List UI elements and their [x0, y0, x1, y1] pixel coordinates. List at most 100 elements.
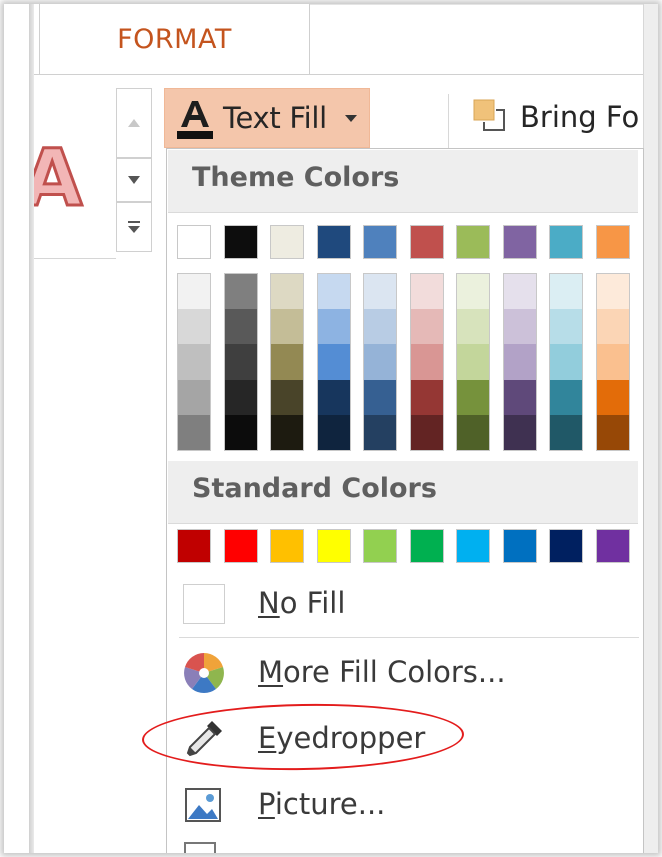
theme-shade-swatch[interactable]: [410, 344, 443, 380]
theme-shade-swatch[interactable]: [596, 344, 629, 380]
theme-shade-swatch[interactable]: [271, 309, 303, 345]
theme-shade-swatch[interactable]: [317, 309, 350, 345]
theme-shade-swatch[interactable]: [178, 309, 210, 345]
standard-color-swatch[interactable]: [223, 529, 258, 563]
theme-colors-title: Theme Colors: [192, 162, 400, 193]
bring-forward-label: Bring Fo: [520, 100, 640, 134]
theme-color-swatch[interactable]: [270, 225, 304, 259]
theme-color-swatch[interactable]: [177, 225, 211, 259]
theme-color-swatch[interactable]: [456, 225, 490, 259]
theme-shade-swatch[interactable]: [503, 414, 536, 451]
bring-forward-button[interactable]: Bring Fo: [468, 92, 648, 142]
gallery-scroll-controls: [116, 88, 152, 258]
standard-color-swatch[interactable]: [595, 529, 630, 563]
standard-color-swatch[interactable]: [316, 529, 351, 563]
theme-shade-swatch[interactable]: [550, 274, 582, 310]
theme-shade-swatch[interactable]: [224, 274, 257, 310]
theme-shade-swatch[interactable]: [503, 344, 536, 380]
theme-shade-swatch[interactable]: [457, 309, 489, 345]
picture-label: Picture...: [258, 787, 386, 821]
theme-color-swatch[interactable]: [502, 225, 537, 259]
theme-shade-swatch[interactable]: [410, 414, 443, 451]
theme-shade-column: [270, 273, 304, 451]
theme-shade-swatch[interactable]: [224, 379, 257, 415]
theme-colors-header: Theme Colors: [168, 150, 638, 213]
theme-shade-swatch[interactable]: [596, 274, 629, 310]
theme-shade-swatch[interactable]: [410, 309, 443, 345]
window-right-edge: [643, 4, 658, 853]
theme-shade-swatch[interactable]: [550, 344, 582, 380]
theme-shade-swatch[interactable]: [364, 414, 396, 451]
theme-shade-swatch[interactable]: [224, 414, 257, 451]
theme-shade-swatch[interactable]: [178, 379, 210, 415]
standard-color-swatch[interactable]: [363, 529, 397, 563]
theme-color-swatch[interactable]: [549, 225, 583, 259]
theme-shade-swatch[interactable]: [457, 379, 489, 415]
standard-color-swatch[interactable]: [409, 529, 444, 563]
theme-shade-swatch[interactable]: [457, 414, 489, 451]
standard-colors-header: Standard Colors: [168, 461, 638, 524]
ribbon-top-border: [34, 74, 644, 75]
theme-shade-swatch[interactable]: [364, 309, 396, 345]
standard-color-swatch[interactable]: [177, 529, 211, 563]
theme-shade-column: [409, 273, 444, 451]
more-fill-colors-label: More Fill Colors...: [258, 655, 506, 689]
theme-shade-swatch[interactable]: [364, 274, 396, 310]
theme-shade-swatch[interactable]: [596, 379, 629, 415]
theme-color-swatch[interactable]: [363, 225, 397, 259]
theme-shade-swatch[interactable]: [503, 274, 536, 310]
theme-color-swatch[interactable]: [223, 225, 258, 259]
theme-shade-swatch[interactable]: [503, 309, 536, 345]
theme-shade-swatch[interactable]: [550, 414, 582, 451]
wordart-style-gallery[interactable]: A: [34, 88, 116, 259]
standard-color-swatch[interactable]: [456, 529, 490, 563]
theme-shade-swatch[interactable]: [271, 274, 303, 310]
theme-shade-swatch[interactable]: [317, 414, 350, 451]
chevron-up-icon: [128, 119, 140, 127]
theme-shade-swatch[interactable]: [364, 344, 396, 380]
text-fill-icon: [177, 101, 213, 139]
standard-colors-title: Standard Colors: [192, 473, 437, 504]
theme-color-swatch[interactable]: [409, 225, 444, 259]
standard-color-swatch[interactable]: [270, 529, 304, 563]
theme-shade-swatch[interactable]: [503, 379, 536, 415]
theme-shade-swatch[interactable]: [317, 379, 350, 415]
theme-shade-swatch[interactable]: [317, 274, 350, 310]
ribbon-group-separator: [448, 94, 449, 152]
standard-color-swatch[interactable]: [549, 529, 583, 563]
tab-format[interactable]: FORMAT: [39, 4, 310, 74]
theme-shade-swatch[interactable]: [178, 344, 210, 380]
chevron-down-icon: [345, 115, 357, 122]
theme-shade-swatch[interactable]: [364, 379, 396, 415]
theme-shade-swatch[interactable]: [410, 274, 443, 310]
no-fill-menu-item[interactable]: No Fill: [168, 572, 638, 634]
gallery-expand-icon: [128, 221, 140, 233]
theme-shade-swatch[interactable]: [317, 344, 350, 380]
standard-color-swatch[interactable]: [502, 529, 537, 563]
theme-shade-swatch[interactable]: [271, 414, 303, 451]
gallery-scroll-up-button[interactable]: [116, 88, 152, 158]
theme-shade-swatch[interactable]: [457, 274, 489, 310]
theme-color-swatch[interactable]: [595, 225, 630, 259]
theme-shade-swatch[interactable]: [271, 379, 303, 415]
theme-shade-swatch[interactable]: [271, 344, 303, 380]
theme-shade-swatch[interactable]: [178, 274, 210, 310]
theme-shade-swatch[interactable]: [550, 309, 582, 345]
theme-shade-swatch[interactable]: [410, 379, 443, 415]
theme-shade-swatch[interactable]: [457, 344, 489, 380]
theme-shade-swatch[interactable]: [224, 344, 257, 380]
theme-shade-swatch[interactable]: [178, 414, 210, 451]
bring-forward-icon: [473, 99, 505, 131]
theme-shade-swatch[interactable]: [596, 414, 629, 451]
text-fill-button[interactable]: Text Fill: [164, 88, 370, 148]
picture-menu-item[interactable]: Picture...: [168, 773, 638, 835]
theme-shade-swatch[interactable]: [550, 379, 582, 415]
gallery-more-button[interactable]: [116, 202, 152, 252]
gallery-scroll-down-button[interactable]: [116, 158, 152, 202]
theme-shade-column: [177, 273, 211, 451]
theme-shade-swatch[interactable]: [596, 309, 629, 345]
theme-color-swatch[interactable]: [316, 225, 351, 259]
tab-strip-border: [310, 4, 644, 5]
more-fill-colors-menu-item[interactable]: More Fill Colors...: [168, 641, 638, 703]
theme-shade-swatch[interactable]: [224, 309, 257, 345]
